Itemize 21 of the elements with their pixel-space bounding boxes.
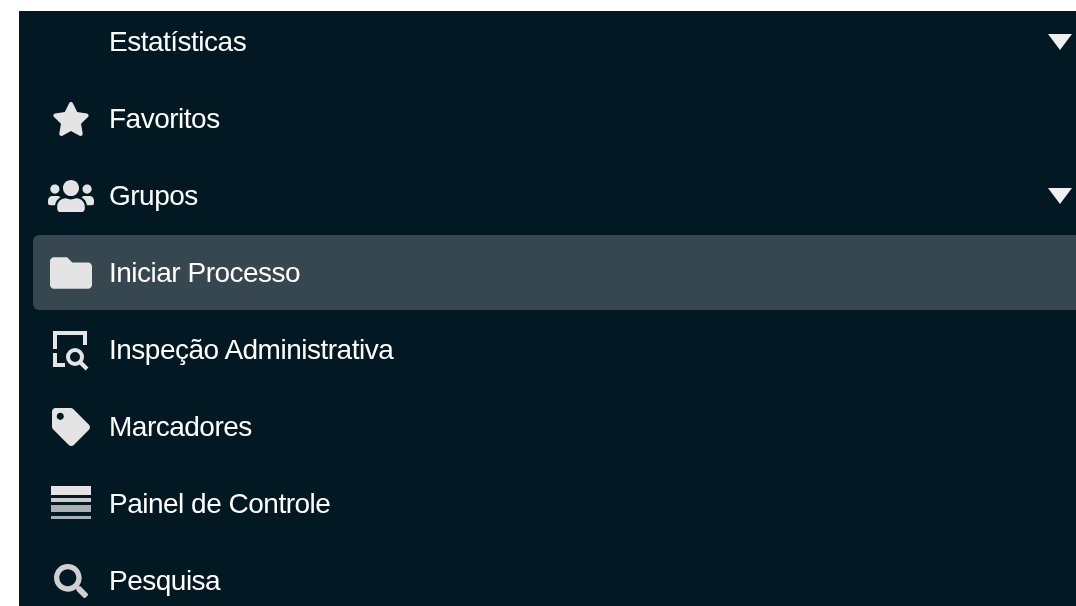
document-search-icon	[51, 328, 91, 371]
tag-icon	[52, 407, 90, 446]
menu-item-label: Iniciar Processo	[109, 255, 301, 290]
menu-item[interactable]: Painel de Controle	[33, 466, 1076, 541]
menu-item-label: Grupos	[109, 178, 198, 213]
menu-item-label: Estatísticas	[109, 24, 247, 59]
menu-item-label: Pesquisa	[109, 563, 221, 598]
menu-item[interactable]: Iniciar Processo	[33, 235, 1076, 310]
menu-item[interactable]: Inspeção Administrativa	[33, 312, 1076, 387]
menu-item[interactable]: Marcadores	[33, 389, 1076, 464]
menu-item[interactable]: Favoritos	[33, 81, 1076, 156]
search-icon	[54, 563, 88, 598]
menu-item[interactable]: Pesquisa	[33, 543, 1076, 606]
menu-item-label: Painel de Controle	[109, 486, 331, 521]
list-lines-icon	[51, 485, 91, 522]
menu-item-label: Marcadores	[109, 409, 252, 444]
menu-item-label: Favoritos	[109, 101, 220, 136]
menu-item[interactable]: Estatísticas	[33, 11, 1076, 79]
menu-item[interactable]: Grupos	[33, 158, 1076, 233]
menu-item-label: Inspeção Administrativa	[109, 332, 394, 367]
star-icon	[52, 99, 90, 138]
